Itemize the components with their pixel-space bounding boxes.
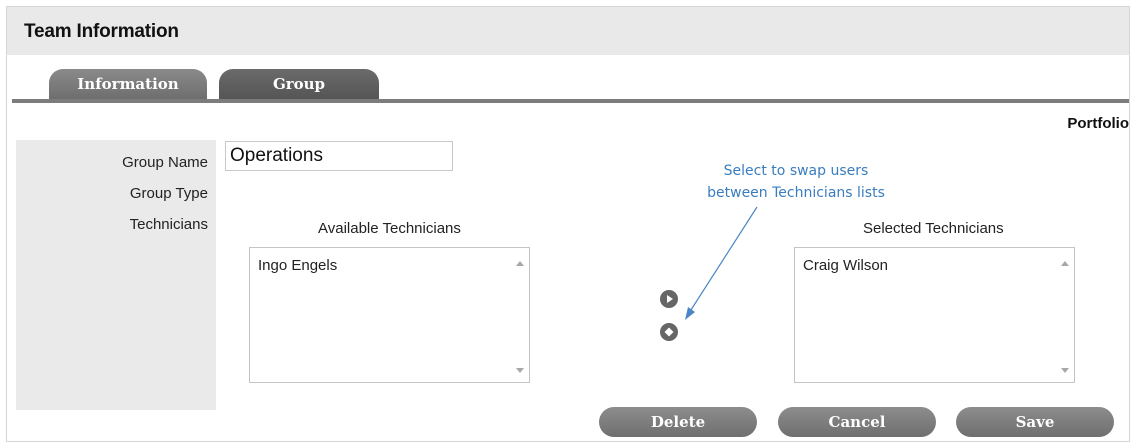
play-circle-icon <box>667 295 673 303</box>
move-to-available-button[interactable] <box>660 323 678 341</box>
technicians-label: Technicians <box>129 216 208 233</box>
label-column: Group Name Group Type Technicians <box>16 140 216 410</box>
available-technicians-heading: Available Technicians <box>318 220 461 237</box>
triangle-down-icon[interactable] <box>516 368 524 373</box>
save-button[interactable]: Save <box>956 407 1114 437</box>
page-title: Team Information <box>24 21 179 42</box>
group-name-label: Group Name <box>122 154 208 171</box>
cancel-button[interactable]: Cancel <box>778 407 936 437</box>
team-information-panel: Team Information Information Group Portf… <box>6 6 1130 442</box>
swap-annotation: Select to swap users between Technicians… <box>669 160 923 204</box>
group-name-input[interactable] <box>225 141 453 171</box>
scrollbar[interactable] <box>513 248 529 382</box>
portfolio-label: Portfolio <box>1067 115 1129 132</box>
list-item[interactable]: Ingo Engels <box>258 257 337 274</box>
annotation-line-1: Select to swap users <box>723 163 869 179</box>
available-technicians-list[interactable]: Ingo Engels <box>249 247 530 383</box>
group-type-label: Group Type <box>129 185 208 202</box>
tab-group[interactable]: Group <box>219 69 379 99</box>
delete-button[interactable]: Delete <box>599 407 757 437</box>
title-bar: Team Information <box>7 7 1129 55</box>
tab-divider <box>12 99 1129 103</box>
annotation-line-2: between Technicians lists <box>707 185 885 201</box>
tab-information[interactable]: Information <box>49 69 207 99</box>
selected-technicians-heading: Selected Technicians <box>863 220 1004 237</box>
triangle-up-icon[interactable] <box>516 261 524 266</box>
scrollbar[interactable] <box>1058 248 1074 382</box>
diamond-circle-icon <box>664 327 674 337</box>
selected-technicians-list[interactable]: Craig Wilson <box>794 247 1075 383</box>
list-item[interactable]: Craig Wilson <box>803 257 888 274</box>
triangle-down-icon[interactable] <box>1061 368 1069 373</box>
triangle-up-icon[interactable] <box>1061 261 1069 266</box>
move-to-selected-button[interactable] <box>660 290 678 308</box>
